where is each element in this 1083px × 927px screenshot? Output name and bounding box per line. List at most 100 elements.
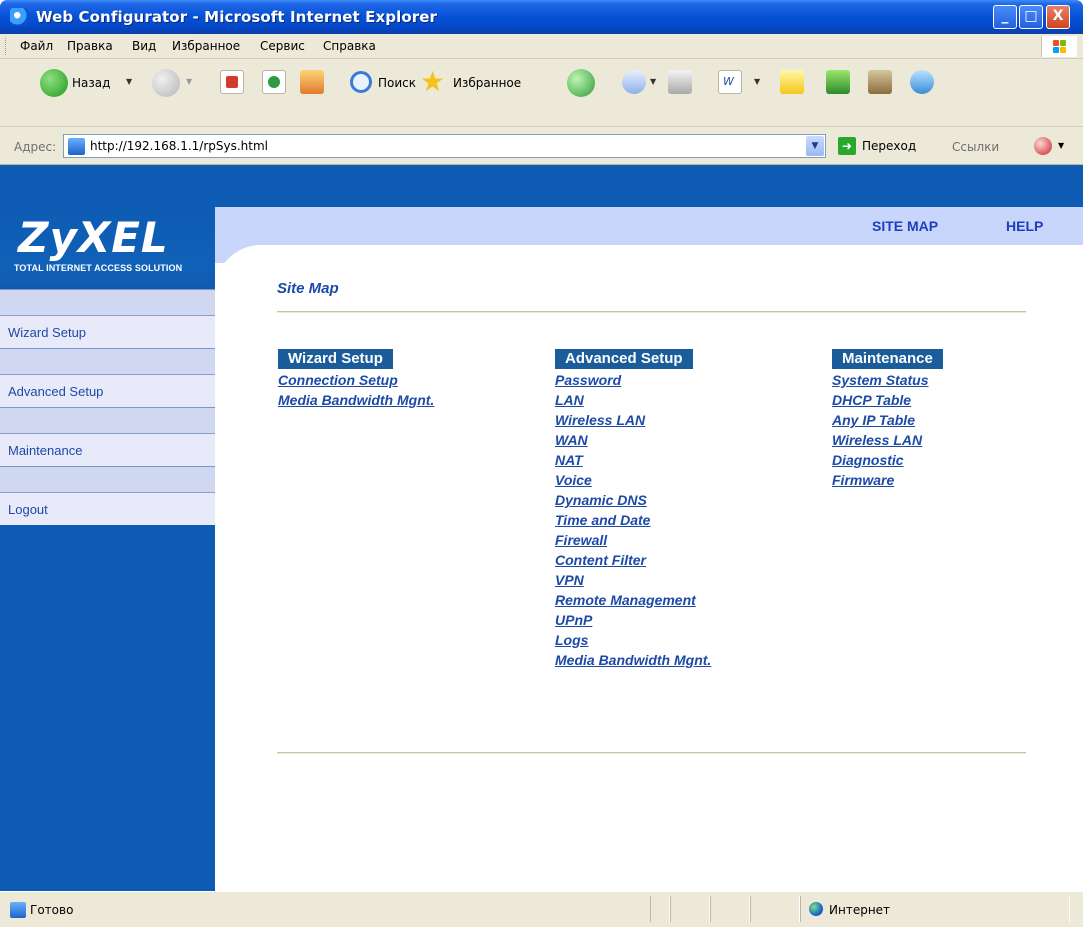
window-title: Web Configurator - Microsoft Internet Ex… <box>36 8 438 26</box>
link-vpn[interactable]: VPN <box>555 570 711 590</box>
link-wireless-lan[interactable]: Wireless LAN <box>555 410 711 430</box>
address-url[interactable]: http://192.168.1.1/rpSys.html <box>90 139 268 153</box>
nav-spacer <box>0 407 215 433</box>
mail-dropdown-icon[interactable]: ▼ <box>650 77 656 86</box>
home-icon[interactable] <box>300 70 324 94</box>
menu-file[interactable]: Файл <box>20 39 53 53</box>
menu-help[interactable]: Справка <box>323 39 376 53</box>
sidebar-item-logout[interactable]: Logout <box>0 492 215 525</box>
status-bar: Готово Интернет <box>0 891 1083 927</box>
column-advanced-setup: Advanced Setup Password LAN Wireless LAN… <box>555 349 711 670</box>
divider-bottom <box>277 752 1026 754</box>
status-segment <box>670 896 710 922</box>
messenger-pro-icon[interactable] <box>826 70 850 94</box>
link-firmware[interactable]: Firmware <box>832 470 943 490</box>
refresh-icon[interactable] <box>262 70 286 94</box>
nav-spacer <box>0 289 215 315</box>
internet-zone-icon <box>809 902 823 916</box>
menu-edit[interactable]: Правка <box>67 39 113 53</box>
address-dropdown-icon[interactable]: ▼ <box>806 136 824 156</box>
sidebar-item-wizard-setup[interactable]: Wizard Setup <box>0 315 215 348</box>
column-header: Wizard Setup <box>278 349 393 369</box>
links-button[interactable]: Ссылки <box>952 140 999 154</box>
forward-dropdown-icon[interactable]: ▼ <box>186 77 192 86</box>
link-list: System Status DHCP Table Any IP Table Wi… <box>832 370 943 490</box>
toolbar: Назад ▼ ▼ Поиск ★ Избранное ▼ W ▼ <box>0 59 1083 127</box>
link-list: Password LAN Wireless LAN WAN NAT Voice … <box>555 370 711 670</box>
go-arrow-icon: ➜ <box>838 137 856 155</box>
link-content-filter[interactable]: Content Filter <box>555 550 711 570</box>
link-diagnostic[interactable]: Diagnostic <box>832 450 943 470</box>
forward-arrow-icon[interactable] <box>152 69 180 97</box>
link-nat[interactable]: NAT <box>555 450 711 470</box>
translate-dropdown-icon[interactable]: ▼ <box>1058 141 1064 150</box>
link-remote-management[interactable]: Remote Management <box>555 590 711 610</box>
menu-tools[interactable]: Сервис <box>260 39 305 53</box>
site-map-link[interactable]: SITE MAP <box>872 218 938 234</box>
help-link[interactable]: HELP <box>1006 218 1043 234</box>
ie-icon <box>10 8 28 26</box>
link-firewall[interactable]: Firewall <box>555 530 711 550</box>
link-any-ip-table[interactable]: Any IP Table <box>832 410 943 430</box>
search-icon[interactable] <box>350 71 372 93</box>
page-title: Site Map <box>277 280 339 297</box>
edit-dropdown-icon[interactable]: ▼ <box>754 77 760 86</box>
back-arrow-icon[interactable] <box>40 69 68 97</box>
menu-view[interactable]: Вид <box>132 39 156 53</box>
menu-favorites[interactable]: Избранное <box>172 39 240 53</box>
note-icon[interactable] <box>780 70 804 94</box>
print-icon[interactable] <box>668 70 692 94</box>
address-input[interactable]: http://192.168.1.1/rpSys.html ▼ <box>63 134 826 158</box>
minimize-button[interactable]: _ <box>993 5 1017 29</box>
windows-flag-icon <box>1041 36 1077 57</box>
back-button[interactable]: Назад <box>72 76 110 90</box>
link-upnp[interactable]: UPnP <box>555 610 711 630</box>
link-connection-setup[interactable]: Connection Setup <box>278 370 434 390</box>
link-time-and-date[interactable]: Time and Date <box>555 510 711 530</box>
link-dhcp-table[interactable]: DHCP Table <box>832 390 943 410</box>
mail-icon[interactable] <box>622 70 646 94</box>
link-system-status[interactable]: System Status <box>832 370 943 390</box>
sidebar-item-maintenance[interactable]: Maintenance <box>0 433 215 466</box>
go-button[interactable]: ➜ Переход <box>838 135 934 157</box>
link-wan[interactable]: WAN <box>555 430 711 450</box>
favorites-button[interactable]: Избранное <box>453 76 521 90</box>
column-maintenance: Maintenance System Status DHCP Table Any… <box>832 349 943 490</box>
nav-spacer <box>0 466 215 492</box>
menu-bar: Файл Правка Вид Избранное Сервис Справка <box>0 34 1083 59</box>
close-button[interactable]: X <box>1046 5 1070 29</box>
page-status-icon <box>10 902 26 918</box>
link-password[interactable]: Password <box>555 370 711 390</box>
link-dynamic-dns[interactable]: Dynamic DNS <box>555 490 711 510</box>
favorites-star-icon[interactable]: ★ <box>420 65 445 98</box>
contacts-icon[interactable] <box>910 70 934 94</box>
translate-icon[interactable] <box>1034 137 1052 155</box>
link-list: Connection Setup Media Bandwidth Mgnt. <box>278 370 434 410</box>
address-bar: Адрес: http://192.168.1.1/rpSys.html ▼ ➜… <box>0 127 1083 165</box>
divider-top <box>277 311 1026 313</box>
logo-tagline: TOTAL INTERNET ACCESS SOLUTION <box>14 263 183 273</box>
link-media-bandwidth[interactable]: Media Bandwidth Mgnt. <box>555 650 711 670</box>
menu-grip <box>5 38 8 55</box>
search-button[interactable]: Поиск <box>378 76 416 90</box>
link-wireless-lan[interactable]: Wireless LAN <box>832 430 943 450</box>
status-text: Готово <box>30 903 74 917</box>
link-lan[interactable]: LAN <box>555 390 711 410</box>
page-icon <box>68 138 85 155</box>
edit-icon[interactable]: W <box>718 70 742 94</box>
window-titlebar[interactable]: Web Configurator - Microsoft Internet Ex… <box>0 0 1083 34</box>
link-logs[interactable]: Logs <box>555 630 711 650</box>
link-voice[interactable]: Voice <box>555 470 711 490</box>
sidebar-item-advanced-setup[interactable]: Advanced Setup <box>0 374 215 407</box>
maximize-button[interactable]: □ <box>1019 5 1043 29</box>
back-dropdown-icon[interactable]: ▼ <box>126 77 132 86</box>
history-icon[interactable] <box>567 69 595 97</box>
zyxel-logo: ZyXEL <box>18 213 169 262</box>
page-viewport: SITE MAP HELP ZyXEL TOTAL INTERNET ACCES… <box>0 165 1083 891</box>
status-segment <box>710 896 750 922</box>
top-strip <box>0 165 1083 207</box>
research-icon[interactable] <box>868 70 892 94</box>
link-media-bandwidth[interactable]: Media Bandwidth Mgnt. <box>278 390 434 410</box>
go-label: Переход <box>862 139 917 153</box>
stop-icon[interactable] <box>220 70 244 94</box>
